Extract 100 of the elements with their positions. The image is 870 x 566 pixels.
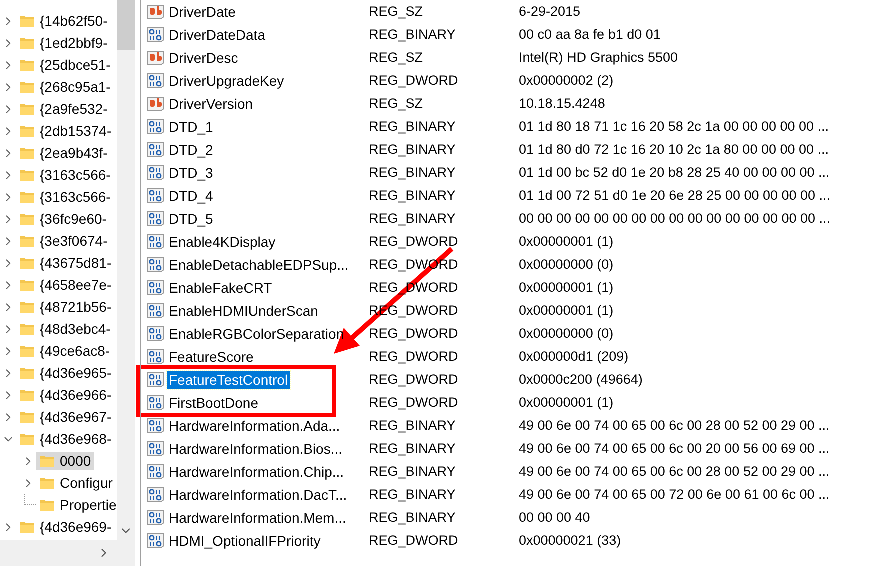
tree-item[interactable]: {3163c566-	[16, 166, 114, 184]
value-data: 0x00000001 (1)	[519, 395, 615, 410]
tree-item[interactable]: {2ea9b43f-	[16, 144, 111, 162]
value-type: REG_DWORD	[369, 533, 460, 548]
value-name[interactable]: DriverDate	[167, 2, 238, 20]
tree-item[interactable]: {4d36e966-	[16, 386, 115, 404]
folder-icon	[19, 57, 35, 73]
tree-item-label: 0000	[60, 453, 92, 469]
binary-value-icon	[147, 418, 165, 434]
value-data: 01 1d 00 72 51 d0 1e 20 6e 28 25 00 00 00 00 00 ...	[519, 188, 832, 203]
folder-icon	[19, 255, 35, 271]
tree-item[interactable]: {1ed2bbf9-	[16, 34, 111, 52]
tree-item[interactable]: {2a9fe532-	[16, 100, 111, 118]
tree-item[interactable]: {2db15374-	[16, 122, 115, 140]
tree-item-label: {1ed2bbf9-	[40, 35, 108, 51]
binary-value-icon	[147, 210, 165, 226]
horizontal-scrollbar[interactable]	[0, 540, 135, 566]
tree-item[interactable]: 0000	[36, 452, 94, 470]
binary-value-icon	[147, 302, 165, 318]
tree-item[interactable]: {4d36e965-	[16, 364, 115, 382]
binary-value-icon	[147, 72, 165, 88]
vertical-scrollbar[interactable]	[117, 0, 135, 540]
value-name[interactable]: Enable4KDisplay	[167, 232, 278, 250]
value-name[interactable]: HardwareInformation.DacT...	[167, 486, 350, 504]
tree-item[interactable]: {43675d81-	[16, 254, 115, 272]
value-name[interactable]: DriverVersion	[167, 94, 256, 112]
value-name[interactable]: EnableFakeCRT	[167, 278, 274, 296]
value-name[interactable]: DTD_3	[167, 164, 216, 182]
tree-item[interactable]: {3163c566-	[16, 188, 114, 206]
tree-item-label: {2a9fe532-	[40, 101, 108, 117]
tree-item[interactable]: {4658ee7e-	[16, 276, 115, 294]
tree-item-label: {48721b56-	[40, 299, 112, 315]
tree-item-label: Configur	[60, 475, 113, 491]
value-data: 0x00000001 (1)	[519, 280, 615, 295]
value-data: 0x00000001 (1)	[519, 234, 615, 249]
value-type: REG_BINARY	[369, 119, 457, 134]
tree-item[interactable]: {4d36e969-	[16, 518, 115, 536]
folder-icon	[19, 365, 35, 381]
binary-value-icon	[147, 486, 165, 502]
value-name[interactable]: HardwareInformation.Mem...	[167, 508, 348, 526]
value-data: 01 1d 00 bc 52 d0 1e 20 b8 28 25 40 00 00 00 00 ...	[519, 165, 831, 180]
value-name[interactable]: DriverDateData	[167, 26, 268, 44]
value-name[interactable]: DTD_1	[167, 118, 216, 136]
tree-item[interactable]: {268c95a1-	[16, 78, 114, 96]
value-name[interactable]: DriverDesc	[167, 48, 240, 66]
tree-item-label: {36fc9e60-	[40, 211, 107, 227]
tree-item[interactable]: {48721b56-	[16, 298, 115, 316]
value-type: REG_BINARY	[369, 142, 457, 157]
value-data: 0x00000000 (0)	[519, 257, 615, 272]
tree-item[interactable]: Configur	[36, 474, 116, 492]
value-name[interactable]: EnableDetachableEDPSup...	[167, 256, 351, 274]
string-value-icon	[147, 50, 165, 66]
tree-item-label: {4d36e965-	[40, 365, 112, 381]
tree-item[interactable]: Propertie	[36, 496, 117, 514]
binary-value-icon	[147, 256, 165, 272]
value-data: 0x0000c200 (49664)	[519, 372, 644, 387]
value-type: REG_BINARY	[369, 165, 457, 180]
value-data: 00 c0 aa 8a fe b1 d0 01	[519, 27, 662, 42]
folder-icon	[19, 431, 35, 447]
tree-item-label: {4d36e966-	[40, 387, 112, 403]
tree-item-label: {4658ee7e-	[40, 277, 112, 293]
value-name[interactable]: HardwareInformation.Bios...	[167, 440, 345, 458]
folder-icon	[19, 321, 35, 337]
folder-icon	[19, 145, 35, 161]
value-name[interactable]: DriverUpgradeKey	[167, 72, 286, 90]
value-data: 0x00000002 (2)	[519, 73, 615, 88]
tree-item-label: {48d3ebc4-	[40, 321, 111, 337]
value-name[interactable]: HardwareInformation.Chip...	[167, 462, 346, 480]
tree-item[interactable]: {36fc9e60-	[16, 210, 110, 228]
value-name[interactable]: EnableHDMIUnderScan	[167, 302, 320, 320]
tree-item[interactable]: {3e3f0674-	[16, 232, 111, 250]
folder-icon	[19, 79, 35, 95]
binary-value-icon	[147, 532, 165, 548]
tree-item-label: {14b62f50-	[40, 13, 108, 29]
value-name[interactable]: HardwareInformation.Ada...	[167, 416, 342, 434]
value-name[interactable]: FeatureScore	[167, 348, 256, 366]
value-name[interactable]: FeatureTestControl	[167, 370, 290, 388]
value-data: 01 1d 80 18 71 1c 16 20 58 2c 1a 00 00 00 00 00 ...	[519, 119, 830, 134]
value-name[interactable]: DTD_5	[167, 210, 216, 228]
tree-item[interactable]: {4d36e968-	[16, 430, 115, 448]
folder-icon	[19, 167, 35, 183]
value-type: REG_DWORD	[369, 349, 460, 364]
scrollbar-thumb[interactable]	[117, 0, 135, 50]
tree-item-label: {4d36e968-	[40, 431, 112, 447]
value-data: 6-29-2015	[519, 4, 582, 19]
tree-item-label: {25dbce51-	[40, 57, 111, 73]
value-data: 49 00 6e 00 74 00 65 00 72 00 6e 00 61 00 6c 00 ...	[519, 487, 831, 502]
value-data: 0x00000021 (33)	[519, 533, 622, 548]
value-name[interactable]: DTD_2	[167, 140, 216, 158]
binary-value-icon	[147, 348, 165, 364]
tree-item[interactable]: {25dbce51-	[16, 56, 114, 74]
value-type: REG_BINARY	[369, 510, 457, 525]
folder-icon	[19, 189, 35, 205]
tree-item[interactable]: {48d3ebc4-	[16, 320, 114, 338]
value-name[interactable]: HDMI_OptionalIFPriority	[167, 532, 323, 550]
value-name[interactable]: DTD_4	[167, 186, 216, 204]
value-name[interactable]: FirstBootDone	[167, 394, 260, 412]
tree-item[interactable]: {4d36e967-	[16, 408, 115, 426]
tree-item[interactable]: {14b62f50-	[16, 12, 111, 30]
tree-item[interactable]: {49ce6ac8-	[16, 342, 114, 360]
